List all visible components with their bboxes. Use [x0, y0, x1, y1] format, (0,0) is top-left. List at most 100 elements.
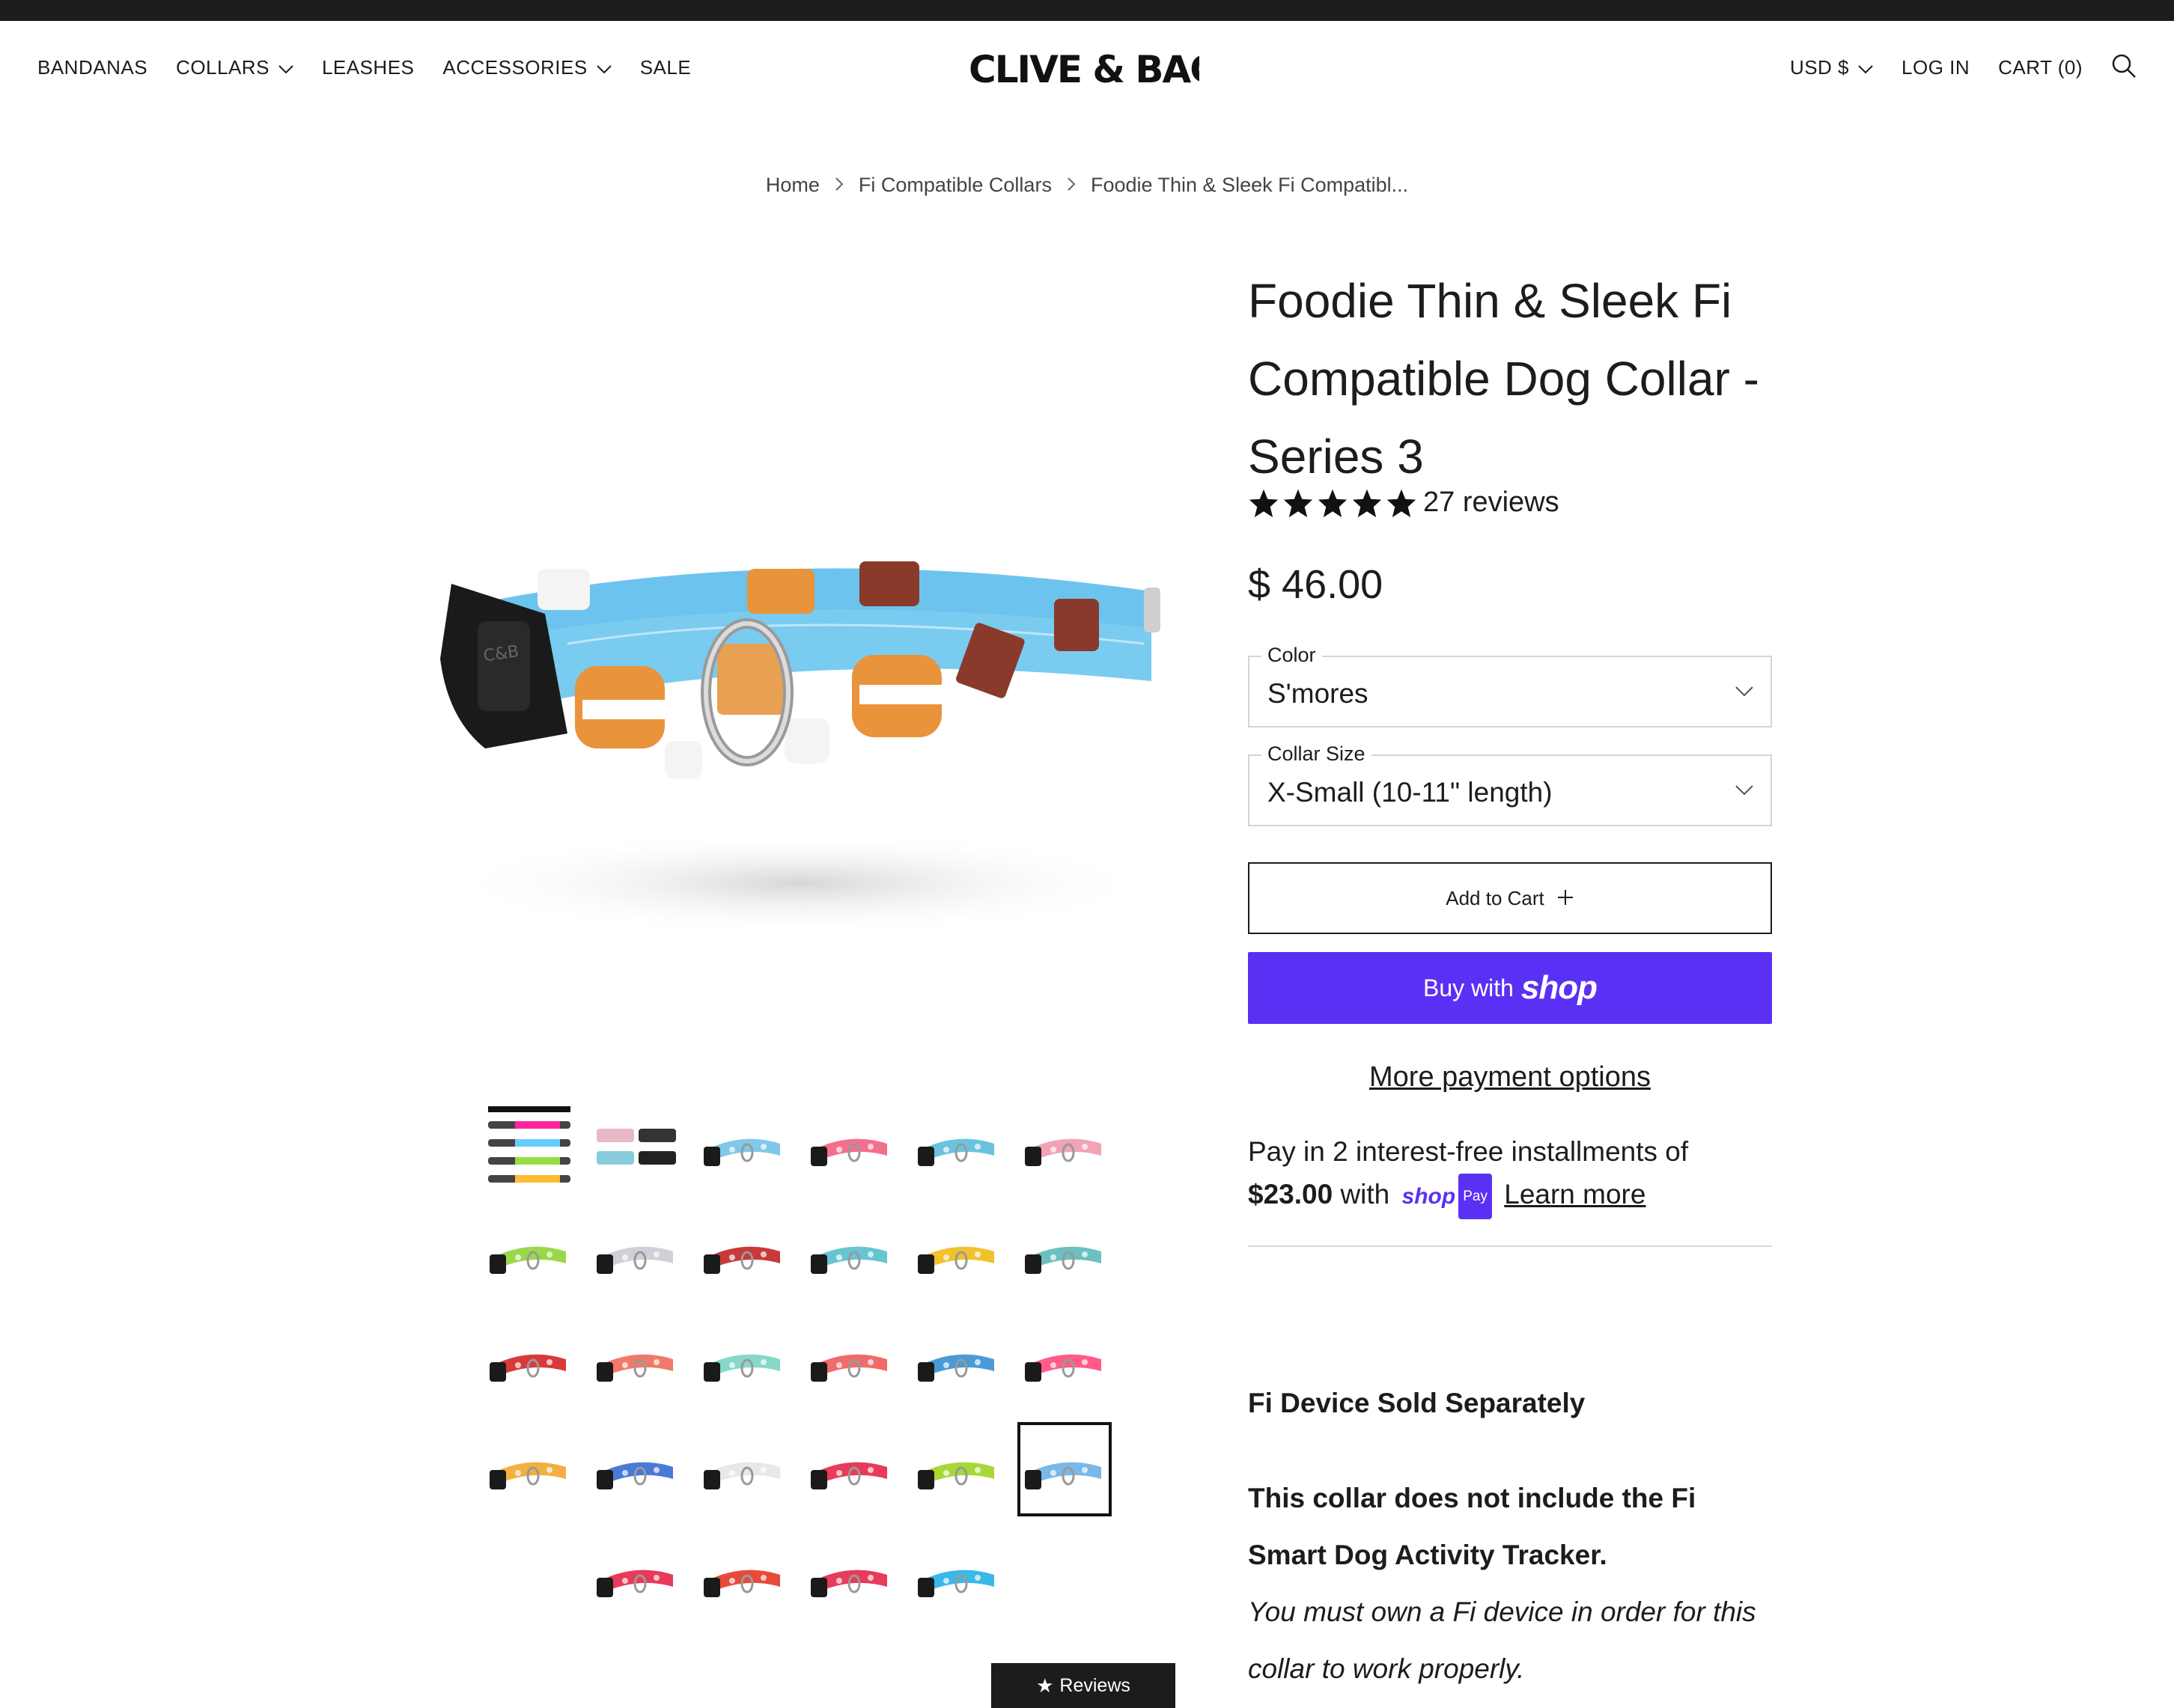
chevron-down-icon [1858, 56, 1873, 79]
reviews-tab[interactable]: ★ Reviews [991, 1663, 1175, 1708]
search-button[interactable] [2111, 53, 2137, 82]
product-thumbnail[interactable] [1017, 1422, 1112, 1516]
product-thumbnail[interactable] [592, 1102, 680, 1190]
nav-sale[interactable]: SALE [640, 56, 692, 79]
add-to-cart-button[interactable]: Add to Cart [1248, 862, 1772, 934]
product-thumbnail[interactable] [806, 1210, 895, 1298]
product-thumbnail[interactable] [913, 1425, 1002, 1513]
product-thumbnail[interactable] [699, 1102, 788, 1190]
installments-text: Pay in 2 interest-free installments of [1248, 1136, 1689, 1167]
size-select-value: X-Small (10-11" length) [1267, 777, 1553, 808]
currency-label: USD $ [1789, 55, 1850, 79]
product-thumbnail[interactable] [913, 1317, 1002, 1406]
plus-icon [1556, 885, 1574, 911]
product-main-image[interactable]: C&B [395, 494, 1204, 966]
star-icon [1283, 489, 1313, 517]
product-thumbnail[interactable] [485, 1102, 573, 1190]
chevron-right-icon [835, 174, 844, 197]
color-select-label: Color [1261, 644, 1322, 667]
nav-leashes[interactable]: LEASHES [322, 56, 414, 79]
product-thumbnail[interactable] [699, 1533, 788, 1621]
product-thumbnail[interactable] [699, 1210, 788, 1298]
product-thumbnail[interactable] [592, 1317, 680, 1406]
star-icon [1386, 489, 1416, 517]
chevron-down-icon [597, 56, 612, 79]
color-select[interactable]: Color S'mores [1248, 644, 1772, 728]
breadcrumb-home[interactable]: Home [766, 174, 820, 197]
size-select[interactable]: Collar Size X-Small (10-11" length) [1248, 742, 1772, 826]
product-thumbnail[interactable] [806, 1102, 895, 1190]
nav-accessories[interactable]: ACCESSORIES [442, 55, 612, 79]
chevron-right-icon [1067, 174, 1076, 197]
nav-sale-label: SALE [639, 55, 692, 79]
breadcrumb-collection[interactable]: Fi Compatible Collars [859, 174, 1052, 197]
description-bold: This collar does not include the Fi Smar… [1248, 1483, 1696, 1570]
color-select-value: S'mores [1267, 678, 1368, 709]
nav-leashes-label: LEASHES [321, 55, 415, 79]
login-label: LOG IN [1902, 55, 1970, 79]
product-price: $ 46.00 [1248, 562, 1383, 607]
product-title: Foodie Thin & Sleek Fi Compatible Dog Co… [1248, 274, 1759, 484]
description-heading: Fi Device Sold Separately [1248, 1388, 1586, 1418]
nav-bandanas-label: BANDANAS [37, 55, 148, 79]
nav-collars-label: COLLARS [176, 55, 270, 79]
search-icon [2111, 53, 2137, 82]
main-nav-right: USD $ LOG IN CART (0) [1762, 54, 2137, 81]
cart-link[interactable]: CART (0) [1998, 56, 2083, 79]
nav-collars[interactable]: COLLARS [176, 56, 293, 79]
star-icon [1352, 489, 1382, 517]
currency-selector[interactable]: USD $ [1790, 56, 1873, 79]
breadcrumb-current: Foodie Thin & Sleek Fi Compatibl... [1090, 174, 1409, 196]
product-thumbnail[interactable] [699, 1317, 788, 1406]
installments-note: Pay in 2 interest-free installments of $… [1248, 1130, 1772, 1219]
product-thumbnail[interactable] [592, 1533, 680, 1621]
product-thumbnail[interactable] [485, 1317, 573, 1406]
buy-with-shop-button[interactable]: Buy with shop [1248, 952, 1772, 1024]
logo-text: CLIVE & BACON [969, 48, 1199, 90]
rating[interactable]: 27 reviews [1248, 487, 1559, 519]
product-thumbnail[interactable] [485, 1210, 573, 1298]
divider [1248, 1245, 1772, 1247]
product-thumbnail[interactable] [1020, 1102, 1109, 1190]
shop-logo: shop [1520, 969, 1598, 1006]
product-thumbnail[interactable] [806, 1425, 895, 1513]
product-thumbnail[interactable] [485, 1425, 573, 1513]
breadcrumb: Home Fi Compatible Collars Foodie Thin &… [0, 174, 2174, 197]
main-nav-left: BANDANAS COLLARS LEASHES ACCESSORIES SAL… [37, 54, 719, 81]
learn-more-link[interactable]: Learn more [1504, 1179, 1645, 1210]
review-count[interactable]: 27 reviews [1423, 487, 1559, 519]
installment-amount: $23.00 [1248, 1179, 1333, 1210]
add-to-cart-label: Add to Cart [1446, 886, 1544, 909]
reviews-tab-label: Reviews [1059, 1674, 1130, 1696]
buy-with-label: Buy with [1422, 974, 1514, 1001]
site-logo[interactable]: CLIVE & BACON [966, 43, 1277, 91]
product-thumbnail[interactable] [913, 1102, 1002, 1190]
product-thumbnail[interactable] [592, 1425, 680, 1513]
chevron-down-icon [278, 56, 293, 79]
product-thumbnail[interactable] [1020, 1317, 1109, 1406]
size-select-label: Collar Size [1261, 742, 1371, 766]
login-link[interactable]: LOG IN [1902, 56, 1970, 79]
chevron-down-icon [1735, 686, 1754, 701]
product-info: Foodie Thin & Sleek Fi Compatible Dog Co… [1248, 262, 1772, 1684]
product-thumbnail[interactable] [806, 1533, 895, 1621]
shop-pay-shop: shop [1401, 1183, 1456, 1209]
installments-with: with [1340, 1179, 1390, 1210]
shop-pay-pay: Pay [1458, 1173, 1492, 1219]
product-thumbnail[interactable] [806, 1317, 895, 1406]
shop-pay-logo: shop Pay [1401, 1173, 1492, 1219]
nav-bandanas[interactable]: BANDANAS [37, 56, 147, 79]
nav-accessories-label: ACCESSORIES [442, 55, 588, 79]
more-payment-options-link[interactable]: More payment options [1248, 1061, 1772, 1094]
star-rating [1248, 488, 1417, 518]
star-icon: ★ [1036, 1674, 1054, 1697]
description-italic: You must own a Fi device in order for th… [1248, 1596, 1756, 1684]
star-icon [1249, 489, 1279, 517]
cart-label: CART (0) [1998, 55, 2083, 79]
product-thumbnail[interactable] [913, 1210, 1002, 1298]
product-thumbnail[interactable] [699, 1425, 788, 1513]
product-thumbnail[interactable] [592, 1210, 680, 1298]
chevron-down-icon [1735, 784, 1754, 800]
product-thumbnail[interactable] [913, 1533, 1002, 1621]
product-thumbnail[interactable] [1020, 1210, 1109, 1298]
